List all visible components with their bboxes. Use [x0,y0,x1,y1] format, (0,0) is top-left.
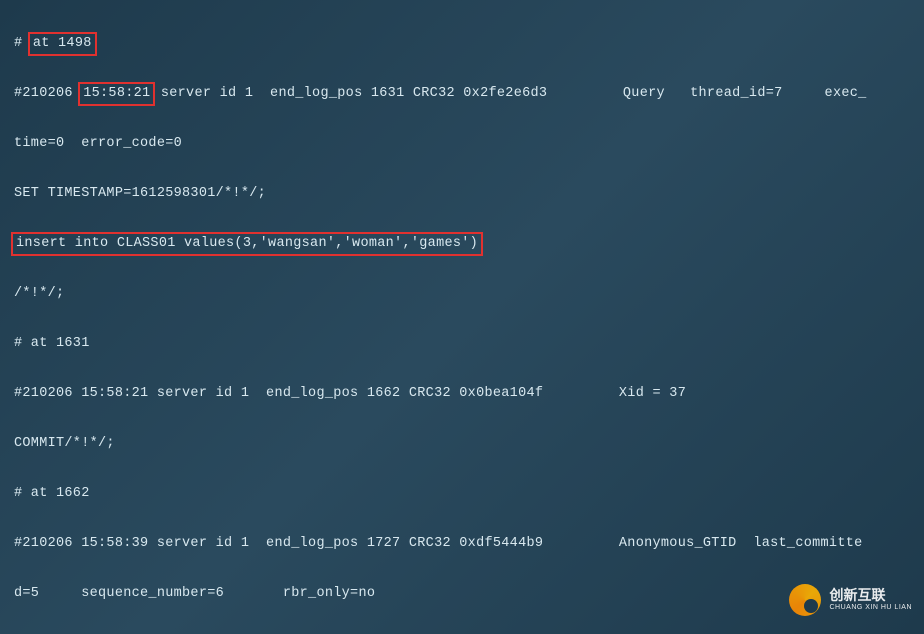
log-line: SET TIMESTAMP=1612598301/*!*/; [14,181,910,206]
text: #210206 [14,86,81,101]
log-line: d=5 sequence_number=6 rbr_only=no [14,581,910,606]
log-line: # at 1631 [14,331,910,356]
terminal-output: # at 1498 #210206 15:58:21 server id 1 e… [0,0,924,634]
log-line: time=0 error_code=0 [14,131,910,156]
log-line: /*!*/; [14,281,910,306]
watermark-logo: 创新互联 CHUANG XIN HU LIAN [789,584,912,616]
logo-text: 创新互联 CHUANG XIN HU LIAN [829,588,912,611]
text: server id 1 end_log_pos 1631 CRC32 0x2fe… [152,86,866,101]
log-line: # at 1662 [14,481,910,506]
highlight-position-1498: at 1498 [28,32,97,56]
log-line: #210206 15:58:21 server id 1 end_log_pos… [14,81,910,106]
logo-icon [789,584,821,616]
log-line: #210206 15:58:39 server id 1 end_log_pos… [14,531,910,556]
logo-en: CHUANG XIN HU LIAN [829,604,912,612]
log-line: insert into CLASS01 values(3,'wangsan','… [14,231,910,256]
logo-cn: 创新互联 [829,588,912,603]
highlight-insert-row3: insert into CLASS01 values(3,'wangsan','… [11,232,483,256]
log-line: # at 1498 [14,31,910,56]
log-line: COMMIT/*!*/; [14,431,910,456]
highlight-time-155821: 15:58:21 [78,82,155,106]
log-line: #210206 15:58:21 server id 1 end_log_pos… [14,381,910,406]
